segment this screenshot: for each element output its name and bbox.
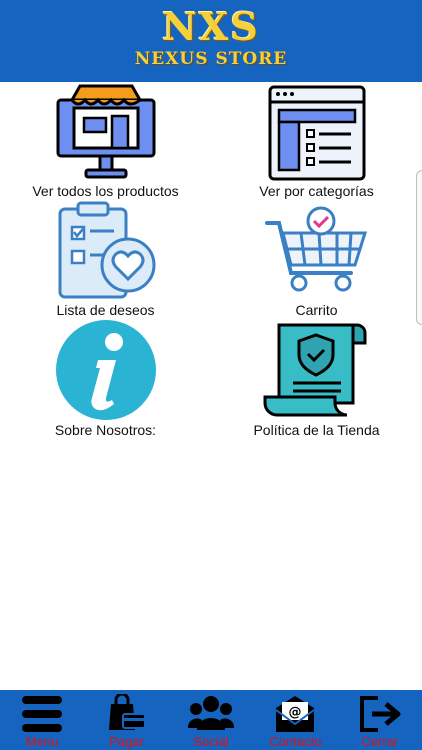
shopping-cart-icon xyxy=(264,206,367,292)
category-list-window-icon xyxy=(268,85,365,181)
bottom-nav: Menu Pagar Social @ Contacto Cerrar xyxy=(0,690,422,750)
menu-item-label: Ver por categorías xyxy=(259,183,374,199)
menu-item-all-products[interactable]: Ver todos los productos xyxy=(0,82,211,200)
menu-item-wishlist[interactable]: Lista de deseos xyxy=(0,200,211,318)
menu-item-label: Sobre Nosotros: xyxy=(54,422,157,438)
nav-label: Contacto xyxy=(269,734,322,749)
logo-mark: NXS xyxy=(162,4,260,49)
menu-item-label: Carrito xyxy=(295,302,338,318)
menu-item-store-policy[interactable]: Política de la Tienda xyxy=(211,318,422,438)
nav-label: Pagar xyxy=(109,734,144,749)
menu-item-label: Política de la Tienda xyxy=(253,422,380,438)
nav-social[interactable]: Social xyxy=(169,690,253,750)
shopping-bag-card-icon xyxy=(108,694,146,730)
store-logo: NXS NEXUS STORE xyxy=(126,5,296,77)
users-group-icon xyxy=(188,696,235,730)
policy-scroll-shield-icon xyxy=(263,323,366,417)
svg-text:@: @ xyxy=(289,705,302,720)
nav-menu[interactable]: Menu xyxy=(0,690,84,750)
envelope-at-icon: @ xyxy=(275,696,316,732)
menu-item-categories[interactable]: Ver por categorías xyxy=(211,82,422,200)
nav-label: Cerrar xyxy=(361,734,399,749)
scroll-handle[interactable] xyxy=(416,170,422,325)
nav-pay[interactable]: Pagar xyxy=(84,690,168,750)
menu-item-about[interactable]: Sobre Nosotros: xyxy=(0,318,211,438)
nav-contact[interactable]: @ Contacto xyxy=(253,690,337,750)
menu-item-label: Lista de deseos xyxy=(56,302,155,318)
hamburger-icon xyxy=(22,696,63,732)
nav-close[interactable]: Cerrar xyxy=(338,690,422,750)
menu-item-label: Ver todos los productos xyxy=(32,183,179,199)
logo-name: NEXUS STORE xyxy=(134,49,288,69)
menu-item-cart[interactable]: Carrito xyxy=(211,200,422,318)
wishlist-clipboard-heart-icon xyxy=(58,201,155,299)
storefront-monitor-icon xyxy=(56,84,155,179)
info-icon xyxy=(55,320,156,420)
app-header: NXS NEXUS STORE xyxy=(0,0,422,82)
nav-label: Social xyxy=(193,734,229,749)
exit-icon xyxy=(359,696,401,732)
nav-label: Menu xyxy=(25,734,59,749)
